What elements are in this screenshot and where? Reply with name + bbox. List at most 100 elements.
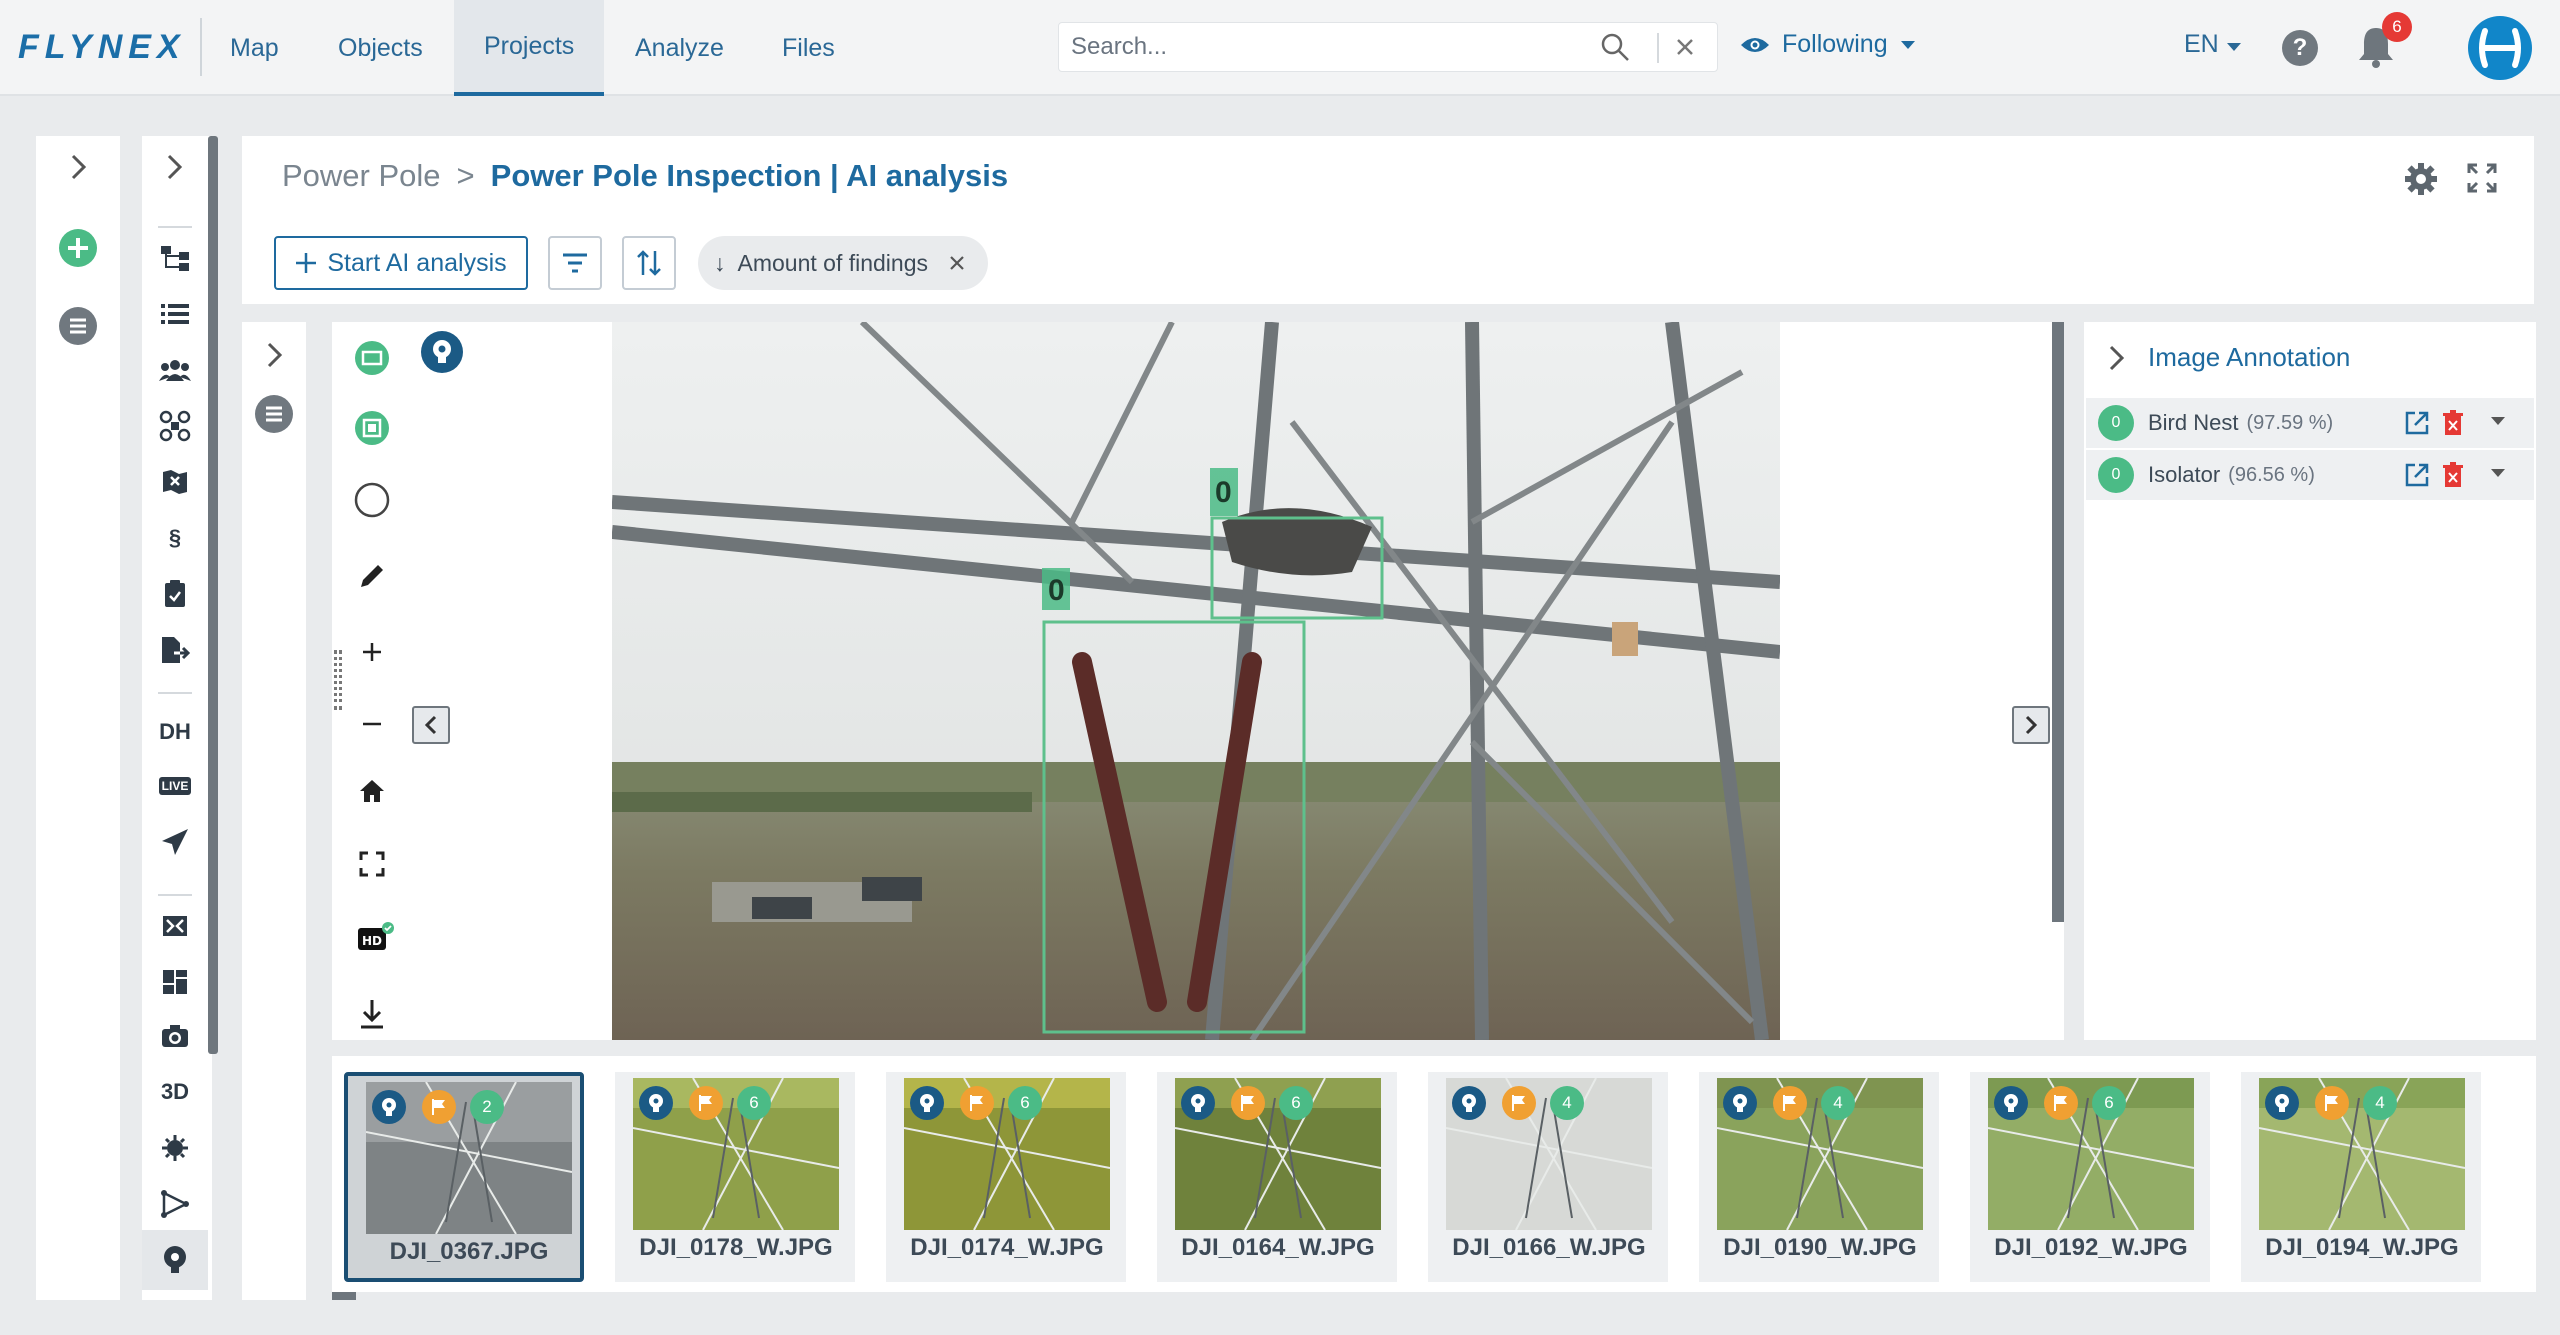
expand-sidebar-icon[interactable] bbox=[64, 152, 92, 182]
clear-search-icon[interactable] bbox=[1673, 35, 1697, 59]
findings-count-badge: 6 bbox=[737, 1086, 771, 1120]
flag-badge-icon bbox=[960, 1086, 994, 1120]
delete-icon[interactable] bbox=[2442, 462, 2464, 488]
bounding-box-tool-icon[interactable] bbox=[354, 340, 390, 376]
thumbnail-scrollbar[interactable] bbox=[332, 1292, 356, 1300]
thumbnail-item[interactable]: 6 DJI_0192_W.JPG bbox=[1970, 1072, 2210, 1282]
sort-button[interactable] bbox=[622, 236, 676, 290]
ai-analysis-badge-icon bbox=[910, 1086, 944, 1120]
home-icon[interactable] bbox=[358, 778, 386, 804]
help-icon[interactable]: ? bbox=[2282, 30, 2318, 66]
map-marker-icon[interactable] bbox=[155, 462, 195, 502]
ai-analysis-badge-icon bbox=[1994, 1086, 2028, 1120]
sort-chip[interactable]: ↓ Amount of findings bbox=[698, 236, 989, 290]
thumbnail-filename: DJI_0367.JPG bbox=[389, 1238, 549, 1265]
chevron-down-icon[interactable] bbox=[2490, 416, 2506, 426]
users-icon[interactable] bbox=[155, 350, 195, 390]
open-external-icon[interactable] bbox=[2404, 410, 2430, 436]
ai-analysis-badge-icon bbox=[372, 1090, 406, 1124]
flag-badge-icon bbox=[1773, 1086, 1807, 1120]
thumbnail-item[interactable]: 6 DJI_0174_W.JPG bbox=[886, 1072, 1126, 1282]
open-external-icon[interactable] bbox=[2404, 462, 2430, 488]
export-file-icon[interactable] bbox=[155, 630, 195, 670]
zoom-out-icon[interactable] bbox=[360, 712, 384, 736]
nav-analyze[interactable]: Analyze bbox=[605, 0, 754, 96]
previous-image-button[interactable] bbox=[412, 706, 450, 744]
annotation-row[interactable]: 0 Isolator (96.56 %) bbox=[2086, 450, 2534, 500]
list-icon[interactable] bbox=[155, 294, 195, 334]
live-icon[interactable]: LIVE bbox=[155, 766, 195, 806]
list-circle-icon[interactable] bbox=[58, 306, 98, 346]
vector-path-icon[interactable] bbox=[155, 1184, 195, 1224]
hierarchy-icon[interactable] bbox=[155, 238, 195, 278]
start-ai-analysis-label: Start AI analysis bbox=[327, 248, 507, 277]
annotation-label: Bird Nest bbox=[2148, 410, 2239, 435]
thumbnail-item[interactable]: 6 DJI_0178_W.JPG bbox=[615, 1072, 855, 1282]
region-tool-icon[interactable] bbox=[354, 410, 390, 446]
thumbnail-filename: DJI_0164_W.JPG bbox=[1181, 1234, 1375, 1261]
nav-projects[interactable]: Projects bbox=[454, 0, 605, 96]
ai-detection-icon[interactable] bbox=[420, 330, 464, 374]
following-dropdown[interactable]: Following bbox=[1740, 30, 1916, 59]
nav-files[interactable]: Files bbox=[752, 0, 865, 96]
remove-chip-icon[interactable] bbox=[948, 254, 966, 272]
language-dropdown[interactable]: EN bbox=[2184, 30, 2242, 59]
ai-brain-icon[interactable] bbox=[155, 1240, 195, 1280]
3d-icon[interactable]: 3D bbox=[155, 1072, 195, 1112]
delete-icon[interactable] bbox=[2442, 410, 2464, 436]
thumbnail-filename: DJI_0178_W.JPG bbox=[639, 1234, 833, 1261]
live-label: LIVE bbox=[158, 777, 192, 795]
flynex-logo[interactable]: FLYNEX bbox=[18, 28, 186, 67]
fullscreen-icon[interactable] bbox=[2466, 162, 2498, 194]
thumbnail-item[interactable]: 4 DJI_0166_W.JPG bbox=[1428, 1072, 1668, 1282]
dashboard-icon[interactable] bbox=[155, 962, 195, 1002]
thumbnail-item[interactable]: 4 DJI_0190_W.JPG bbox=[1699, 1072, 1939, 1282]
legal-icon[interactable]: § bbox=[155, 518, 195, 558]
fit-to-screen-icon[interactable] bbox=[358, 850, 386, 878]
expand-tools-icon[interactable] bbox=[160, 152, 188, 182]
nav-objects[interactable]: Objects bbox=[308, 0, 453, 96]
user-avatar[interactable] bbox=[2468, 16, 2532, 80]
expand-viewer-icon[interactable] bbox=[260, 340, 288, 370]
search-icon[interactable] bbox=[1599, 31, 1631, 63]
start-ai-analysis-button[interactable]: Start AI analysis bbox=[274, 236, 528, 290]
thumbnail-filename: DJI_0190_W.JPG bbox=[1723, 1234, 1917, 1261]
airplane-icon[interactable] bbox=[155, 822, 195, 862]
annotation-row[interactable]: 0 Bird Nest (97.59 %) bbox=[2086, 398, 2534, 448]
drone-icon[interactable] bbox=[155, 406, 195, 446]
power-pole-photo bbox=[612, 322, 1780, 1040]
nav-map[interactable]: Map bbox=[200, 0, 309, 96]
dh-icon[interactable]: DH bbox=[155, 712, 195, 752]
chevron-down-icon[interactable] bbox=[2490, 468, 2506, 478]
thumbnail-item[interactable]: 4 DJI_0194_W.JPG bbox=[2241, 1072, 2481, 1282]
sort-icon bbox=[636, 249, 662, 277]
ai-analysis-badge-icon bbox=[1723, 1086, 1757, 1120]
annotation-panel-title: Image Annotation bbox=[2148, 342, 2351, 372]
download-icon[interactable] bbox=[358, 998, 386, 1030]
thumbnail-item[interactable]: 6 DJI_0164_W.JPG bbox=[1157, 1072, 1397, 1282]
circle-tool-icon[interactable] bbox=[354, 482, 390, 518]
add-circle-icon[interactable] bbox=[58, 228, 98, 268]
next-image-button[interactable] bbox=[2012, 706, 2050, 744]
pencil-icon[interactable] bbox=[358, 562, 386, 590]
annotation-panel-header[interactable]: Image Annotation bbox=[2106, 342, 2350, 373]
virus-scan-icon[interactable] bbox=[155, 1128, 195, 1168]
hd-quality-icon[interactable]: HD bbox=[356, 920, 396, 954]
sidebar-scrollbar[interactable] bbox=[208, 136, 218, 1054]
zoom-in-icon[interactable] bbox=[360, 640, 384, 664]
settings-gear-icon[interactable] bbox=[2404, 162, 2438, 196]
clipboard-icon[interactable] bbox=[155, 574, 195, 614]
camera-icon[interactable] bbox=[155, 1016, 195, 1056]
list-circle-icon[interactable] bbox=[254, 394, 294, 434]
breadcrumb-parent[interactable]: Power Pole bbox=[282, 158, 441, 194]
viewer-scrollbar[interactable] bbox=[2052, 322, 2064, 922]
bird-nest-box-label: 0 bbox=[1215, 476, 1232, 509]
thumbnail-filename: DJI_0192_W.JPG bbox=[1994, 1234, 2188, 1261]
image-compare-icon[interactable] bbox=[155, 906, 195, 946]
thumbnail-item[interactable]: 2 DJI_0367.JPG bbox=[344, 1072, 584, 1282]
search-input[interactable] bbox=[1071, 23, 1591, 71]
annotation-confidence: (96.56 %) bbox=[2228, 463, 2315, 486]
filter-button[interactable] bbox=[548, 236, 602, 290]
inspection-image[interactable]: 0 0 bbox=[612, 322, 1780, 1040]
resize-handle[interactable] bbox=[334, 650, 342, 710]
